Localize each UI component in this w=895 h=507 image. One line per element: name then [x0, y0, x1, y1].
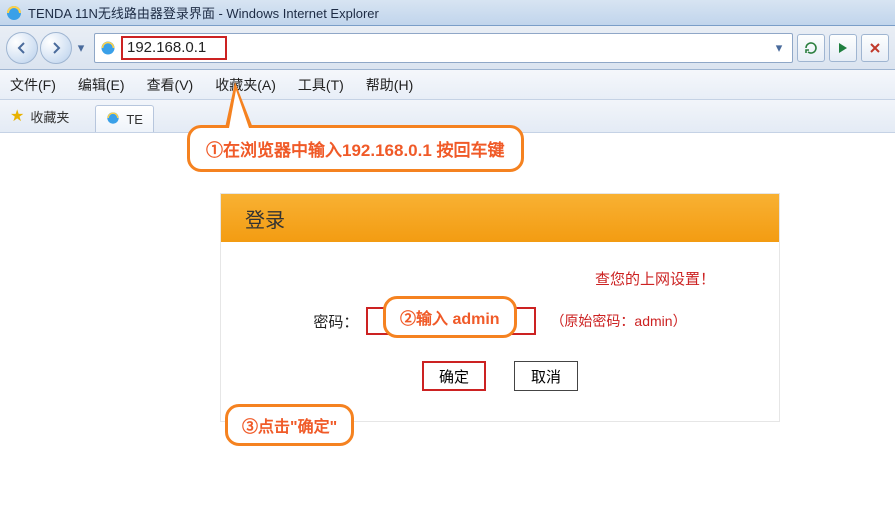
- callout-step-1: ①在浏览器中输入192.168.0.1 按回车键: [187, 125, 524, 172]
- address-bar[interactable]: ▾: [94, 33, 793, 63]
- address-dropdown[interactable]: ▾: [770, 34, 788, 62]
- callout-1-text: ①在浏览器中输入192.168.0.1 按回车键: [206, 141, 505, 160]
- callout-step-3: ③点击"确定": [225, 404, 354, 446]
- window-title-bar: TENDA 11N无线路由器登录界面 - Windows Internet Ex…: [0, 0, 895, 26]
- stop-button[interactable]: [861, 34, 889, 62]
- menu-edit[interactable]: 编辑(E): [78, 75, 125, 95]
- forward-button[interactable]: [40, 32, 72, 64]
- login-title: 登录: [245, 204, 285, 233]
- back-button[interactable]: [6, 32, 38, 64]
- cancel-button[interactable]: 取消: [514, 361, 578, 391]
- url-input[interactable]: [123, 37, 770, 58]
- menu-view[interactable]: 查看(V): [147, 75, 194, 95]
- window-title: TENDA 11N无线路由器登录界面 - Windows Internet Ex…: [28, 3, 379, 22]
- go-button[interactable]: [829, 34, 857, 62]
- page-content: 登录 查您的上网设置！ 密码： （原始密码：admin） 确定 取消: [0, 133, 895, 442]
- browser-tab[interactable]: TE: [95, 105, 154, 132]
- password-label: 密码：: [313, 311, 358, 332]
- tab-label: TE: [126, 112, 143, 127]
- refresh-button[interactable]: [797, 34, 825, 62]
- menu-bar: 文件(F) 编辑(E) 查看(V) 收藏夹(A) 工具(T) 帮助(H): [0, 70, 895, 100]
- nav-history-dropdown[interactable]: ▾: [74, 36, 88, 60]
- menu-help[interactable]: 帮助(H): [366, 75, 413, 95]
- favorites-label[interactable]: 收藏夹: [30, 107, 69, 126]
- login-header: 登录: [221, 194, 779, 242]
- callout-step-2: ②输入 admin: [383, 296, 517, 338]
- password-hint: （原始密码：admin）: [550, 311, 686, 331]
- page-icon: [99, 39, 117, 57]
- menu-file[interactable]: 文件(F): [10, 75, 56, 95]
- menu-tools[interactable]: 工具(T): [298, 75, 344, 95]
- callout-3-text: ③点击"确定": [242, 419, 337, 436]
- button-row: 确定 取消: [245, 361, 755, 391]
- ie-icon: [106, 111, 120, 128]
- login-instruction: 查您的上网设置！: [245, 268, 755, 289]
- login-instruction-text: 查您的上网设置！: [595, 271, 715, 288]
- star-icon: ★: [10, 106, 24, 126]
- ie-icon: [6, 5, 22, 21]
- callout-2-text: ②输入 admin: [400, 311, 500, 328]
- nav-bar: ▾ ▾: [0, 26, 895, 70]
- ok-button[interactable]: 确定: [422, 361, 486, 391]
